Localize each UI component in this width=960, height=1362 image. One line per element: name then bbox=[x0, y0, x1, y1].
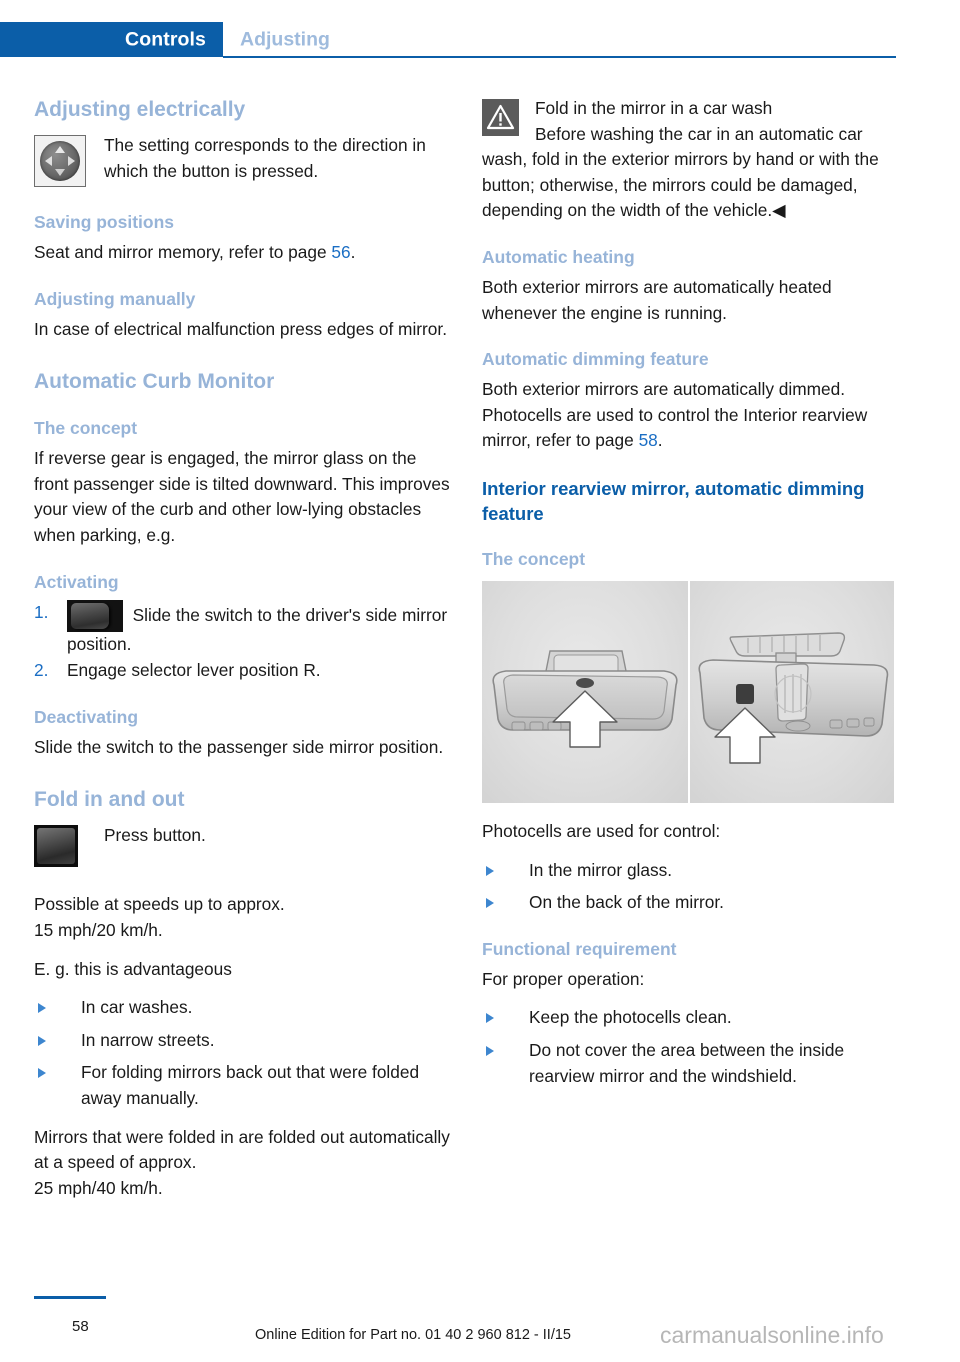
right-column: Fold in the mirror in a car wash Before … bbox=[482, 96, 902, 1102]
list-item: Do not cover the area between the inside… bbox=[482, 1038, 902, 1089]
mirror-back-view-illustration bbox=[688, 580, 894, 803]
dimming-text-post: . bbox=[657, 430, 663, 451]
seat-memory-text-post: . bbox=[350, 242, 356, 262]
list-item: In the mirror glass. bbox=[482, 858, 902, 884]
mirror-front-view-illustration bbox=[482, 580, 688, 803]
adjusting-electrically-block: The setting corresponds to the direction… bbox=[34, 133, 454, 189]
warning-notice: Fold in the mirror in a car wash Before … bbox=[482, 96, 902, 224]
bullet-triangle-icon bbox=[38, 1068, 46, 1079]
bullet-triangle-icon bbox=[486, 898, 494, 909]
advantageous-bullet-list: In car washes. In narrow streets. For fo… bbox=[34, 995, 454, 1111]
heading-interior-rearview-mirror: Interior rearview mirror, automatic dimm… bbox=[482, 477, 865, 524]
adjusting-electrically-text: The setting corresponds to the direction… bbox=[104, 135, 426, 181]
bullet-text: In car washes. bbox=[81, 997, 193, 1018]
bullet-triangle-icon bbox=[38, 1003, 46, 1014]
bullet-text: Do not cover the area between the inside… bbox=[529, 1039, 845, 1086]
heading-activating: Activating bbox=[34, 571, 119, 592]
step-text-2: Engage selector lever position R. bbox=[67, 660, 321, 681]
page-number: 58 bbox=[72, 1318, 89, 1335]
header-chapter-label: Controls bbox=[125, 28, 206, 50]
paragraph-for-proper-operation: For proper operation: bbox=[482, 968, 645, 989]
paragraph-automatic-dimming: Both exterior mirrors are automatically … bbox=[482, 377, 902, 454]
dpad-knob bbox=[40, 141, 80, 181]
page-reference-58[interactable]: 58 bbox=[639, 430, 658, 450]
footer-divider bbox=[34, 1296, 106, 1299]
arrow-left-icon bbox=[45, 156, 52, 166]
warning-body: Before washing the car in an automatic c… bbox=[482, 123, 879, 221]
bullet-triangle-icon bbox=[486, 1013, 494, 1024]
photocells-bullet-list: In the mirror glass. On the back of the … bbox=[482, 858, 902, 916]
step-text-1: Slide the switch to the driver's side mi… bbox=[67, 604, 448, 654]
paragraph-possible-speeds: Possible at speeds up to approx. 15 mph/… bbox=[34, 894, 285, 940]
list-item: On the back of the mirror. bbox=[482, 890, 902, 916]
rearview-mirror-figure bbox=[482, 580, 894, 803]
list-item-step-1: 1. Slide the switch to the driver's side… bbox=[34, 599, 454, 658]
seat-memory-text-pre: Seat and mirror memory, refer to page bbox=[34, 242, 332, 262]
directional-pad-icon bbox=[34, 135, 86, 187]
paragraph-seat-mirror-memory: Seat and mirror memory, refer to page 56… bbox=[34, 240, 454, 266]
paragraph-mirrors-folded-out: Mirrors that were folded in are folded o… bbox=[34, 1126, 450, 1198]
step-number-1: 1. bbox=[34, 601, 49, 622]
paragraph-electrical-malfunction: In case of electrical malfunction press … bbox=[34, 318, 448, 339]
bullet-triangle-icon bbox=[38, 1035, 46, 1046]
heading-the-concept-left: The concept bbox=[34, 418, 138, 439]
press-button-text: Press button. bbox=[104, 825, 206, 846]
bullet-text: In narrow streets. bbox=[81, 1029, 215, 1050]
warning-title: Fold in the mirror in a car wash bbox=[535, 98, 773, 118]
heading-automatic-heating: Automatic heating bbox=[482, 246, 635, 267]
list-item: In narrow streets. bbox=[34, 1028, 454, 1054]
bullet-triangle-icon bbox=[486, 1045, 494, 1056]
list-item: Keep the photocells clean. bbox=[482, 1005, 902, 1031]
paragraph-eg-advantageous: E. g. this is advantageous bbox=[34, 958, 232, 979]
heading-adjusting-manually: Adjusting manually bbox=[34, 288, 196, 309]
heading-automatic-curb-monitor: Automatic Curb Monitor bbox=[34, 370, 275, 394]
paragraph-photocells-control: Photocells are used for control: bbox=[482, 820, 721, 841]
arrow-down-icon bbox=[55, 169, 65, 176]
requirement-bullet-list: Keep the photocells clean. Do not cover … bbox=[482, 1005, 902, 1089]
heading-functional-requirement: Functional requirement bbox=[482, 938, 677, 959]
heading-saving-positions: Saving positions bbox=[34, 212, 175, 232]
arrow-right-icon bbox=[68, 156, 75, 166]
bullet-text: On the back of the mirror. bbox=[529, 892, 724, 913]
list-item: In car washes. bbox=[34, 995, 454, 1021]
press-button-block: Press button. bbox=[34, 823, 454, 879]
paragraph-automatic-heating: Both exterior mirrors are automatically … bbox=[482, 276, 832, 323]
step-number-2: 2. bbox=[34, 660, 49, 681]
heading-the-concept-right: The concept bbox=[482, 548, 586, 569]
warning-triangle-icon bbox=[482, 99, 519, 136]
paragraph-reverse-gear: If reverse gear is engaged, the mirror g… bbox=[34, 448, 450, 545]
paragraph-slide-switch-passenger: Slide the switch to the passenger side m… bbox=[34, 736, 444, 757]
page-reference-56[interactable]: 56 bbox=[331, 242, 350, 262]
page-header: Controls Adjusting bbox=[0, 22, 960, 58]
heading-automatic-dimming: Automatic dimming feature bbox=[482, 349, 709, 370]
bullet-text: Keep the photocells clean. bbox=[529, 1007, 732, 1028]
header-divider bbox=[223, 56, 896, 58]
dimming-text-pre: Both exterior mirrors are automatically … bbox=[482, 379, 868, 451]
fold-mirror-button-icon bbox=[34, 825, 78, 868]
bullet-triangle-icon bbox=[486, 865, 494, 876]
site-watermark: carmanualsonline.info bbox=[660, 1322, 884, 1348]
header-chapter-tab: Controls bbox=[0, 22, 223, 57]
heading-adjusting-electrically: Adjusting electrically bbox=[34, 98, 246, 121]
header-section-label: Adjusting bbox=[240, 28, 330, 50]
list-item-step-2: 2. Engage selector lever position R. bbox=[34, 658, 454, 684]
list-item: For folding mirrors back out that were f… bbox=[34, 1060, 454, 1111]
activating-steps-list: 1. Slide the switch to the driver's side… bbox=[34, 599, 454, 684]
left-column: Adjusting electrically The setting corre… bbox=[34, 96, 454, 1214]
edition-notice: Online Edition for Part no. 01 40 2 960 … bbox=[255, 1327, 571, 1343]
heading-fold-in-and-out: Fold in and out bbox=[34, 788, 185, 812]
heading-deactivating: Deactivating bbox=[34, 706, 139, 727]
rocker-switch-icon bbox=[67, 599, 123, 632]
bullet-text: For folding mirrors back out that were f… bbox=[81, 1062, 420, 1108]
bullet-text: In the mirror glass. bbox=[529, 859, 673, 880]
arrow-up-icon bbox=[55, 146, 65, 153]
